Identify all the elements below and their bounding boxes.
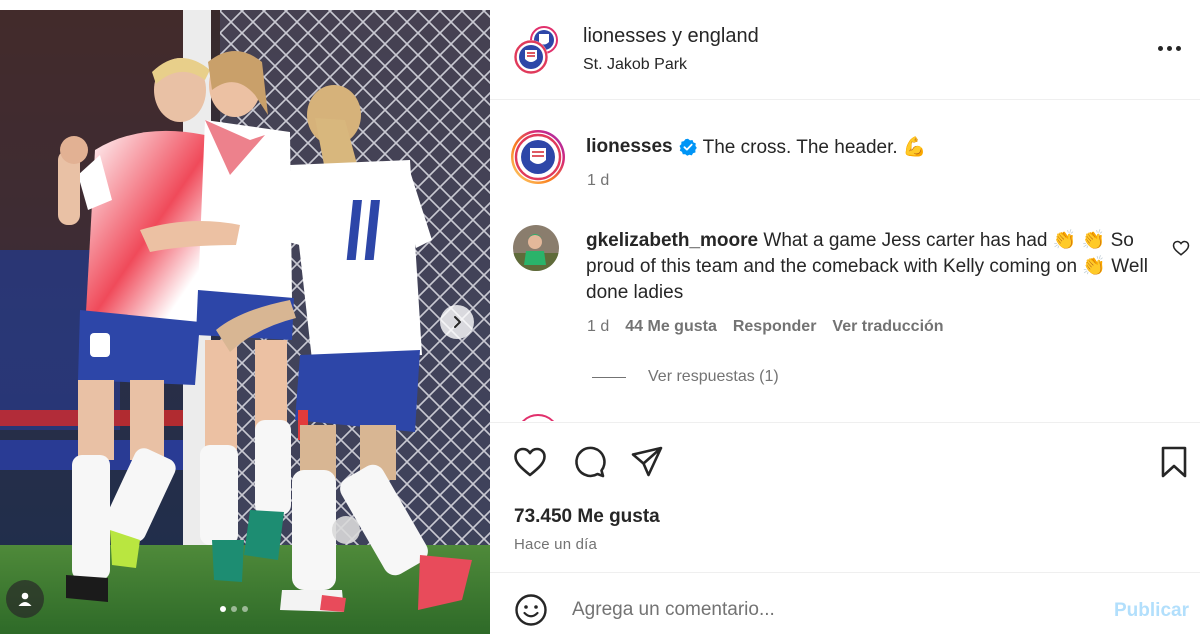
caption-author-avatar[interactable] bbox=[510, 129, 566, 185]
user-tag-icon bbox=[18, 592, 32, 606]
post-header: lionesses y england St. Jakob Park bbox=[490, 0, 1200, 100]
commenter-avatar[interactable] bbox=[513, 225, 559, 271]
post-authors: lionesses y england bbox=[583, 25, 759, 48]
post-actions: 73.450 Me gusta Hace un día bbox=[490, 422, 1200, 572]
reply-button[interactable]: Responder bbox=[733, 318, 817, 336]
caption-time: 1 d bbox=[587, 172, 610, 189]
carousel-indicator bbox=[220, 606, 248, 612]
post-timestamp: Hace un día bbox=[514, 536, 598, 553]
verified-badge-icon bbox=[679, 138, 697, 156]
replies-divider bbox=[592, 376, 626, 378]
comments-section[interactable]: lionesses The cross. The header. 💪 1 d g… bbox=[490, 101, 1200, 421]
heart-icon[interactable] bbox=[1172, 239, 1190, 257]
comment-meta: 1 d 44 Me gusta Responder Ver traducción bbox=[587, 318, 944, 336]
more-options-icon bbox=[1158, 45, 1163, 51]
authors-joiner: y bbox=[666, 25, 688, 47]
post-location[interactable]: St. Jakob Park bbox=[583, 56, 687, 74]
post-photo: 11 bbox=[0, 0, 490, 634]
bookmark-icon[interactable] bbox=[1156, 444, 1192, 480]
commenter-avatar-image bbox=[513, 225, 559, 271]
comment: gkelizabeth_moore What a game Jess carte… bbox=[586, 228, 1158, 306]
caption-text: The cross. The header. 💪 bbox=[702, 137, 927, 158]
caption-username[interactable]: lionesses bbox=[586, 136, 673, 158]
author-link-england[interactable]: england bbox=[688, 25, 759, 47]
more-options-icon bbox=[1176, 45, 1181, 51]
carousel-dot bbox=[220, 606, 226, 612]
view-replies-label: Ver respuestas (1) bbox=[648, 368, 779, 385]
translate-button[interactable]: Ver traducción bbox=[832, 318, 943, 336]
likes-count[interactable]: 73.450 Me gusta bbox=[514, 506, 660, 528]
share-icon[interactable] bbox=[629, 444, 665, 480]
carousel-next-button[interactable] bbox=[440, 305, 474, 339]
next-comment-avatar[interactable] bbox=[516, 414, 560, 421]
more-options-icon bbox=[1167, 45, 1172, 51]
publish-button[interactable]: Publicar bbox=[1114, 600, 1189, 622]
comment-time: 1 d bbox=[587, 318, 610, 335]
carousel-dot bbox=[231, 606, 237, 612]
chevron-right-icon bbox=[454, 316, 461, 328]
more-options-button[interactable] bbox=[1158, 38, 1184, 58]
carousel-dot bbox=[242, 606, 248, 612]
comment-composer: Publicar bbox=[490, 572, 1200, 634]
collab-avatars[interactable] bbox=[512, 24, 564, 76]
author-link-lionesses[interactable]: lionesses bbox=[583, 25, 666, 47]
caption: lionesses The cross. The header. 💪 bbox=[586, 135, 927, 159]
comment-icon[interactable] bbox=[571, 444, 607, 480]
comment-likes[interactable]: 44 Me gusta bbox=[625, 318, 717, 336]
post-media: 11 bbox=[0, 0, 490, 634]
heart-icon[interactable] bbox=[512, 444, 548, 480]
view-replies-button[interactable]: Ver respuestas (1) bbox=[592, 368, 779, 386]
tagged-users-button[interactable] bbox=[6, 580, 44, 618]
post-detail-panel: lionesses y england St. Jakob Park lione… bbox=[490, 0, 1200, 634]
emoji-icon[interactable] bbox=[514, 593, 548, 627]
comment-username[interactable]: gkelizabeth_moore bbox=[586, 230, 758, 251]
comment-input[interactable] bbox=[572, 595, 1092, 625]
